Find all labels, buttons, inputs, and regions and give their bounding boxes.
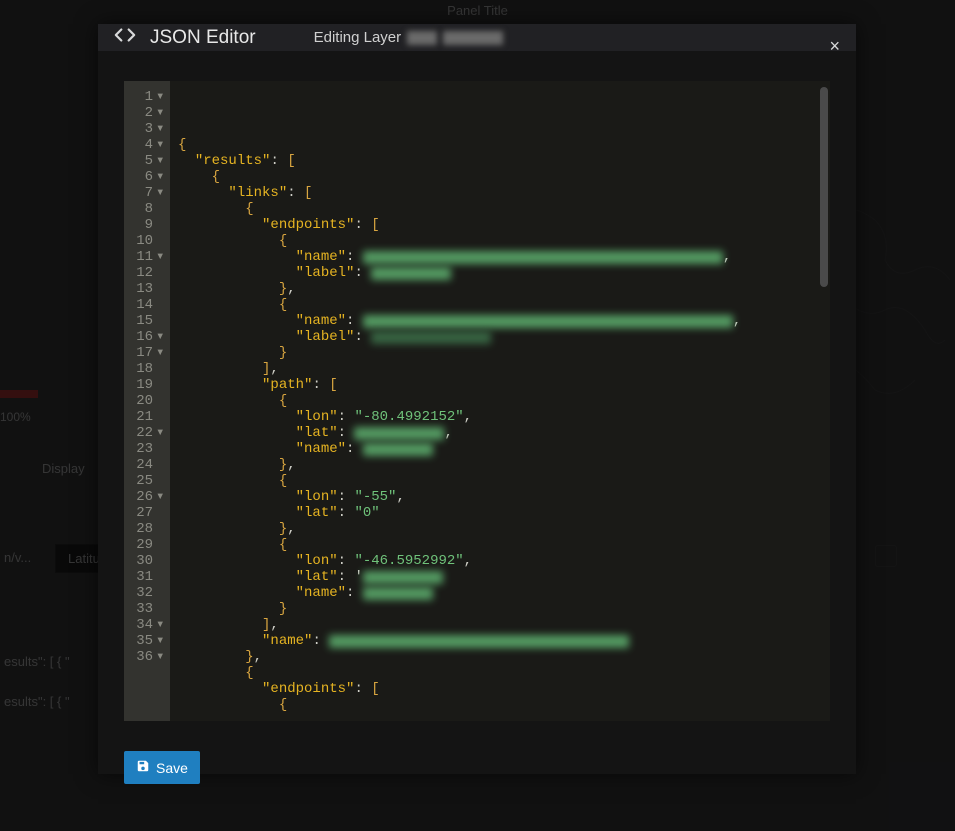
code-line[interactable]: { bbox=[178, 137, 830, 153]
code-line[interactable]: ], bbox=[178, 617, 830, 633]
line-number: 34▾ bbox=[134, 617, 164, 633]
code-line[interactable]: }, bbox=[178, 281, 830, 297]
redacted-value bbox=[363, 443, 433, 456]
line-number: 16▾ bbox=[134, 329, 164, 345]
line-number: 10 bbox=[134, 233, 164, 249]
code-line[interactable]: }, bbox=[178, 457, 830, 473]
save-icon bbox=[136, 759, 150, 776]
line-number: 4▾ bbox=[134, 137, 164, 153]
editor-code[interactable]: { "results": [ { "links": [ { "endpoints… bbox=[170, 81, 830, 721]
line-number: 3▾ bbox=[134, 121, 164, 137]
code-line[interactable]: "lon": "-55", bbox=[178, 489, 830, 505]
line-number: 5▾ bbox=[134, 153, 164, 169]
code-line[interactable]: "lat": , bbox=[178, 425, 830, 441]
line-number: 21 bbox=[134, 409, 164, 425]
line-number: 6▾ bbox=[134, 169, 164, 185]
line-number: 24 bbox=[134, 457, 164, 473]
redacted-value bbox=[363, 587, 433, 600]
code-line[interactable]: "results": [ bbox=[178, 153, 830, 169]
redacted-value bbox=[354, 427, 444, 440]
modal-subtitle-prefix: Editing Layer bbox=[314, 29, 402, 46]
line-number: 30 bbox=[134, 553, 164, 569]
code-line[interactable]: } bbox=[178, 601, 830, 617]
modal-body: 1▾2▾3▾4▾5▾6▾7▾891011▾1213141516▾17▾18192… bbox=[98, 51, 856, 735]
line-number: 18 bbox=[134, 361, 164, 377]
line-number: 32 bbox=[134, 585, 164, 601]
code-line[interactable]: "name": bbox=[178, 441, 830, 457]
code-line[interactable]: { bbox=[178, 537, 830, 553]
save-button-label: Save bbox=[156, 760, 188, 776]
line-number: 28 bbox=[134, 521, 164, 537]
code-line[interactable]: "name": , bbox=[178, 313, 830, 329]
line-number: 20 bbox=[134, 393, 164, 409]
code-line[interactable]: "label": bbox=[178, 265, 830, 281]
scrollbar-thumb[interactable] bbox=[820, 87, 828, 287]
code-editor[interactable]: 1▾2▾3▾4▾5▾6▾7▾891011▾1213141516▾17▾18192… bbox=[124, 81, 830, 721]
line-number: 23 bbox=[134, 441, 164, 457]
line-number: 2▾ bbox=[134, 105, 164, 121]
code-line[interactable]: { bbox=[178, 665, 830, 681]
line-number: 35▾ bbox=[134, 633, 164, 649]
redacted-text bbox=[443, 31, 503, 45]
line-number: 8 bbox=[134, 201, 164, 217]
code-line[interactable]: { bbox=[178, 297, 830, 313]
code-line[interactable]: { bbox=[178, 697, 830, 713]
redacted-value bbox=[329, 635, 629, 648]
code-line[interactable]: { bbox=[178, 169, 830, 185]
code-line[interactable]: ], bbox=[178, 361, 830, 377]
code-icon bbox=[114, 24, 136, 51]
close-button[interactable]: × bbox=[829, 36, 840, 57]
code-line[interactable]: }, bbox=[178, 521, 830, 537]
code-line[interactable]: }, bbox=[178, 649, 830, 665]
code-line[interactable]: } bbox=[178, 345, 830, 361]
code-line[interactable]: "endpoints": [ bbox=[178, 217, 830, 233]
code-line[interactable]: "lon": "-80.4992152", bbox=[178, 409, 830, 425]
code-line[interactable]: "lon": "-46.5952992", bbox=[178, 553, 830, 569]
modal-footer: Save bbox=[98, 735, 856, 810]
redacted-value bbox=[363, 251, 723, 264]
line-number: 29 bbox=[134, 537, 164, 553]
save-button[interactable]: Save bbox=[124, 751, 200, 784]
redacted-value bbox=[371, 331, 491, 344]
code-line[interactable]: "links": [ bbox=[178, 185, 830, 201]
json-editor-modal: JSON Editor Editing Layer × 1▾2▾3▾4▾5▾6▾… bbox=[98, 24, 856, 774]
redacted-value bbox=[363, 571, 443, 584]
redacted-value bbox=[363, 315, 733, 328]
line-number: 17▾ bbox=[134, 345, 164, 361]
line-number: 9 bbox=[134, 217, 164, 233]
line-number: 14 bbox=[134, 297, 164, 313]
line-number: 31 bbox=[134, 569, 164, 585]
redacted-value bbox=[371, 267, 451, 280]
code-line[interactable]: { bbox=[178, 201, 830, 217]
line-number: 13 bbox=[134, 281, 164, 297]
modal-subtitle: Editing Layer bbox=[314, 29, 504, 46]
code-line[interactable]: "name": bbox=[178, 585, 830, 601]
code-line[interactable]: { bbox=[178, 393, 830, 409]
line-number: 22▾ bbox=[134, 425, 164, 441]
code-line[interactable]: "name": bbox=[178, 633, 830, 649]
code-line[interactable]: "lat": ' bbox=[178, 569, 830, 585]
code-line[interactable]: "endpoints": [ bbox=[178, 681, 830, 697]
code-line[interactable]: "path": [ bbox=[178, 377, 830, 393]
line-number: 12 bbox=[134, 265, 164, 281]
modal-title: JSON Editor bbox=[150, 27, 256, 49]
editor-gutter: 1▾2▾3▾4▾5▾6▾7▾891011▾1213141516▾17▾18192… bbox=[124, 81, 170, 721]
code-line[interactable]: { bbox=[178, 473, 830, 489]
modal-header: JSON Editor Editing Layer × bbox=[98, 24, 856, 51]
line-number: 27 bbox=[134, 505, 164, 521]
line-number: 1▾ bbox=[134, 89, 164, 105]
line-number: 36▾ bbox=[134, 649, 164, 665]
line-number: 33 bbox=[134, 601, 164, 617]
code-line[interactable]: { bbox=[178, 233, 830, 249]
line-number: 15 bbox=[134, 313, 164, 329]
code-line[interactable]: "label": bbox=[178, 329, 830, 345]
line-number: 25 bbox=[134, 473, 164, 489]
line-number: 19 bbox=[134, 377, 164, 393]
line-number: 26▾ bbox=[134, 489, 164, 505]
line-number: 7▾ bbox=[134, 185, 164, 201]
code-line[interactable]: "lat": "0" bbox=[178, 505, 830, 521]
redacted-text bbox=[407, 31, 437, 45]
code-line[interactable]: "name": , bbox=[178, 249, 830, 265]
line-number: 11▾ bbox=[134, 249, 164, 265]
